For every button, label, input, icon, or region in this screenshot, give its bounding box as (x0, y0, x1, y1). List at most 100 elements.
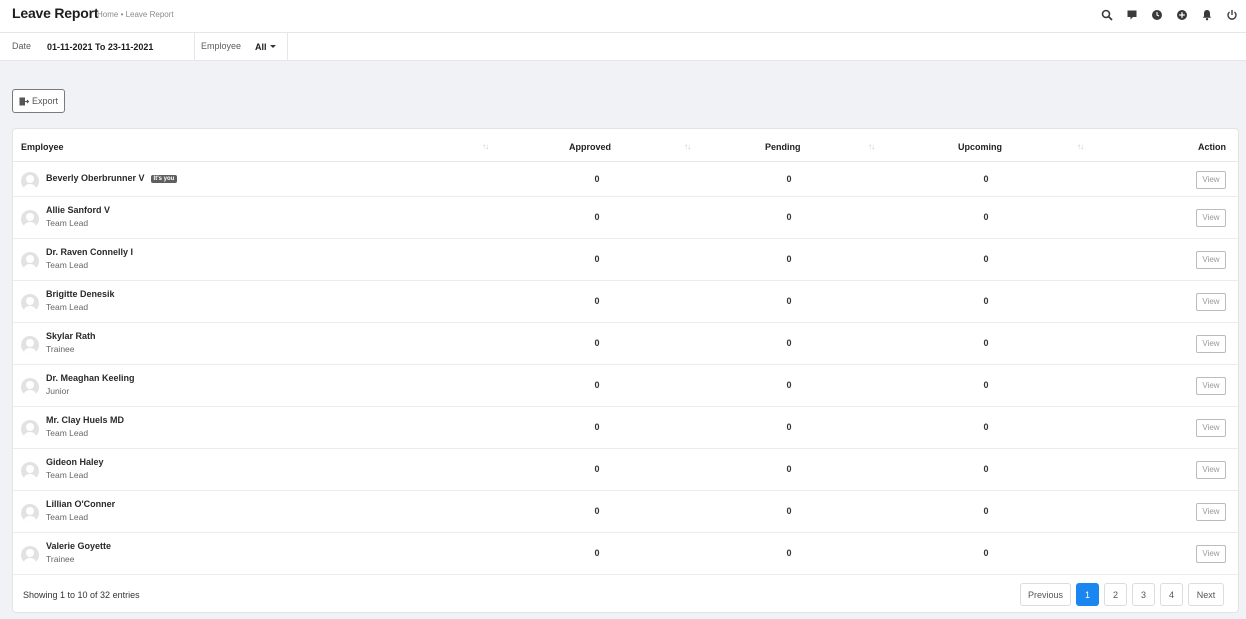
employee-name[interactable]: Gideon Haley (46, 457, 104, 467)
table-row: Lillian O'Conner Team Lead 0 0 0 View (13, 491, 1238, 533)
employee-role: Team Lead (46, 260, 89, 270)
approved-count: 0 (594, 506, 600, 516)
employee-role: Trainee (46, 554, 75, 564)
upcoming-count: 0 (983, 212, 989, 222)
column-header-approved[interactable]: Approved (569, 142, 611, 152)
approved-count: 0 (594, 380, 600, 390)
page-1-button[interactable]: 1 (1076, 583, 1099, 606)
table-row: Beverly Oberbrunner V It's you 0 0 0 View (13, 162, 1238, 197)
employee-role: Team Lead (46, 218, 89, 228)
pagination: Previous 1 2 3 4 Next (1020, 583, 1224, 606)
avatar (21, 504, 39, 522)
pending-count: 0 (786, 422, 792, 432)
avatar (21, 252, 39, 270)
view-button[interactable]: View (1196, 171, 1226, 189)
employee-filter-label: Employee (201, 40, 242, 51)
employee-name[interactable]: Dr. Meaghan Keeling (46, 373, 135, 383)
upcoming-count: 0 (983, 174, 989, 184)
view-button[interactable]: View (1196, 377, 1226, 395)
pending-count: 0 (786, 548, 792, 558)
sort-icon[interactable]: ↑↓ (684, 142, 691, 151)
employee-name-text: Gideon Haley (46, 457, 104, 467)
employee-name-text: Lillian O'Conner (46, 499, 116, 509)
approved-count: 0 (594, 464, 600, 474)
page-2-button[interactable]: 2 (1104, 583, 1127, 606)
table-header: Employee ↑↓ Approved ↑↓ Pending ↑↓ Upcom… (13, 129, 1238, 162)
column-header-action: Action (1198, 142, 1226, 152)
avatar (21, 420, 39, 438)
pending-count: 0 (786, 338, 792, 348)
column-header-pending[interactable]: Pending (765, 142, 801, 152)
export-icon (19, 97, 29, 105)
employee-role: Team Lead (46, 428, 89, 438)
page-3-button[interactable]: 3 (1132, 583, 1155, 606)
top-bar: Leave Report Home • Leave Report (0, 0, 1246, 33)
sort-icon[interactable]: ↑↓ (868, 142, 875, 151)
sort-icon[interactable]: ↑↓ (482, 142, 489, 151)
employee-name-text: Brigitte Denesik (46, 289, 115, 299)
view-button[interactable]: View (1196, 545, 1226, 563)
next-page-button[interactable]: Next (1188, 583, 1224, 606)
breadcrumb[interactable]: Home • Leave Report (97, 10, 174, 19)
column-header-upcoming[interactable]: Upcoming (958, 142, 1002, 152)
view-button[interactable]: View (1196, 251, 1226, 269)
power-icon[interactable] (1223, 6, 1240, 23)
pending-count: 0 (786, 380, 792, 390)
page-4-button[interactable]: 4 (1160, 583, 1183, 606)
plus-circle-icon[interactable] (1173, 6, 1190, 23)
employee-role: Team Lead (46, 302, 89, 312)
previous-page-button[interactable]: Previous (1020, 583, 1071, 606)
chat-icon[interactable] (1123, 6, 1140, 23)
approved-count: 0 (594, 548, 600, 558)
export-label: Export (31, 96, 58, 106)
table-row: Valerie Goyette Trainee 0 0 0 View (13, 533, 1238, 575)
sort-icon[interactable]: ↑↓ (1077, 142, 1084, 151)
column-header-employee[interactable]: Employee (21, 142, 64, 152)
upcoming-count: 0 (983, 506, 989, 516)
avatar (21, 378, 39, 396)
pending-count: 0 (786, 212, 792, 222)
employee-name[interactable]: Skylar Rath (46, 331, 96, 341)
employee-filter-dropdown[interactable]: All (255, 42, 276, 52)
table-row: Allie Sanford V Team Lead 0 0 0 View (13, 197, 1238, 239)
table-row: Mr. Clay Huels MD Team Lead 0 0 0 View (13, 407, 1238, 449)
avatar (21, 210, 39, 228)
top-icons (1098, 6, 1240, 23)
view-button[interactable]: View (1196, 461, 1226, 479)
employee-name[interactable]: Dr. Raven Connelly I (46, 247, 133, 257)
employee-name[interactable]: Mr. Clay Huels MD (46, 415, 124, 425)
view-button[interactable]: View (1196, 293, 1226, 311)
employee-name-text: Beverly Oberbrunner V (46, 173, 145, 183)
view-button[interactable]: View (1196, 335, 1226, 353)
employee-name[interactable]: Valerie Goyette (46, 541, 111, 551)
view-button[interactable]: View (1196, 503, 1226, 521)
clock-icon[interactable] (1148, 6, 1165, 23)
pending-count: 0 (786, 506, 792, 516)
employee-name[interactable]: Beverly Oberbrunner V It's you (46, 173, 178, 183)
upcoming-count: 0 (983, 338, 989, 348)
bell-icon[interactable] (1198, 6, 1215, 23)
avatar (21, 546, 39, 564)
date-range-value[interactable]: 01-11-2021 To 23-11-2021 (47, 42, 153, 52)
view-button[interactable]: View (1196, 419, 1226, 437)
view-button[interactable]: View (1196, 209, 1226, 227)
employee-name-text: Skylar Rath (46, 331, 96, 341)
employee-name[interactable]: Lillian O'Conner (46, 499, 115, 509)
employee-name-text: Mr. Clay Huels MD (46, 415, 125, 425)
filter-bar: Date 01-11-2021 To 23-11-2021 Employee A… (0, 33, 1246, 61)
employee-name[interactable]: Brigitte Denesik (46, 289, 115, 299)
search-icon[interactable] (1098, 6, 1115, 23)
avatar (21, 336, 39, 354)
date-filter-label: Date (12, 40, 32, 51)
approved-count: 0 (594, 338, 600, 348)
upcoming-count: 0 (983, 296, 989, 306)
employee-name[interactable]: Allie Sanford V (46, 205, 110, 215)
employee-filter-value: All (255, 42, 267, 52)
approved-count: 0 (594, 296, 600, 306)
avatar (21, 462, 39, 480)
export-button[interactable]: Export (12, 89, 65, 113)
date-filter[interactable]: Date 01-11-2021 To 23-11-2021 (0, 33, 195, 61)
table-row: Skylar Rath Trainee 0 0 0 View (13, 323, 1238, 365)
upcoming-count: 0 (983, 422, 989, 432)
employee-filter[interactable]: Employee All (195, 33, 288, 61)
